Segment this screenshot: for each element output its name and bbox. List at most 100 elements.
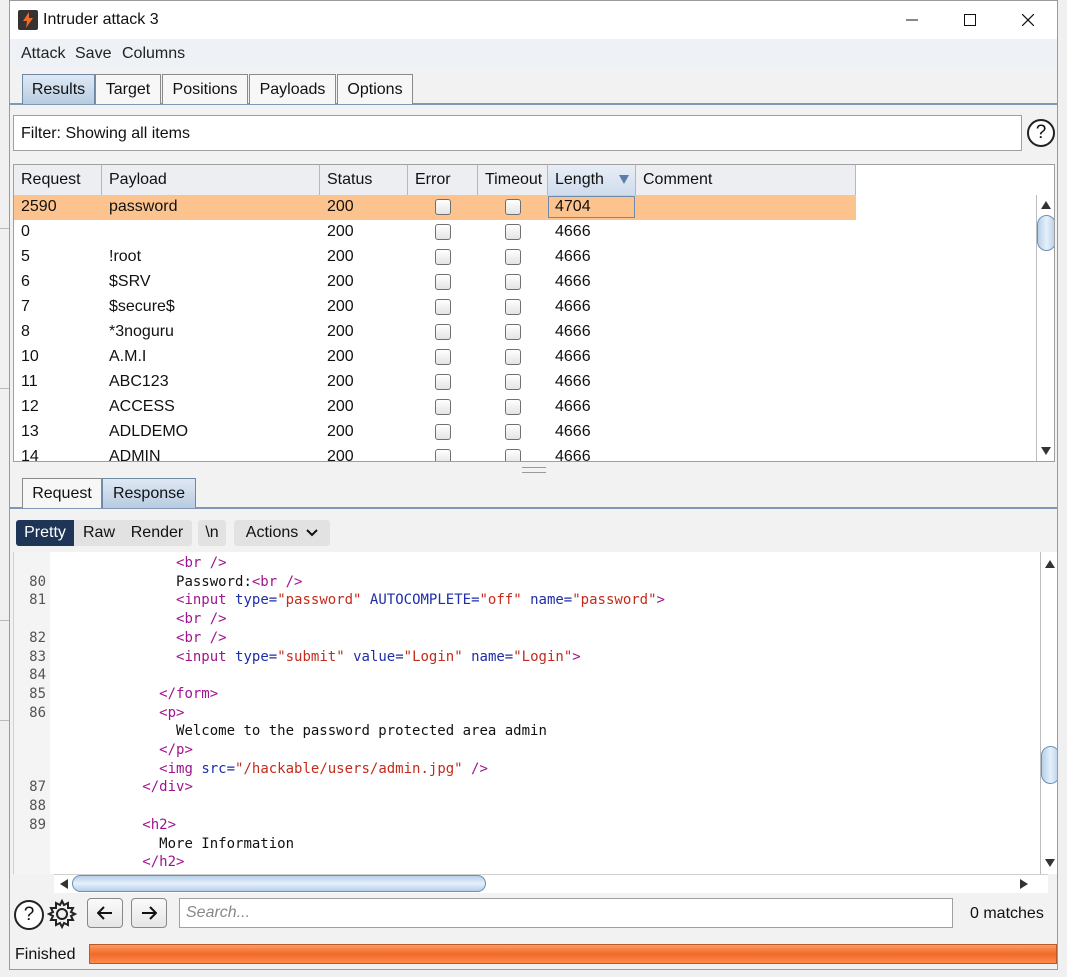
line-number: 81 xyxy=(29,592,46,609)
code-text: </div> xyxy=(58,779,193,795)
column-request[interactable]: Request xyxy=(14,165,102,195)
code-line: 83 <input type="submit" value="Login" nam… xyxy=(14,649,1041,668)
message-tabs: Request Response xyxy=(10,473,1057,509)
code-token: <input xyxy=(176,592,236,609)
search-input[interactable] xyxy=(179,898,953,928)
newline-toggle-button[interactable]: \n xyxy=(198,520,226,546)
tab-options[interactable]: Options xyxy=(337,74,413,104)
menu-columns[interactable]: Columns xyxy=(122,45,185,63)
code-line: <br /> xyxy=(14,611,1041,630)
column-status[interactable]: Status xyxy=(320,165,408,195)
scroll-up-icon[interactable] xyxy=(1038,197,1054,213)
code-token: Welcome to the password protected area a… xyxy=(176,723,547,740)
tab-positions[interactable]: Positions xyxy=(162,74,248,104)
code-line: </h2> xyxy=(14,854,1041,873)
error-checkbox xyxy=(435,274,451,290)
table-row[interactable]: 2590 password 200 4704 xyxy=(14,195,856,220)
pretty-button[interactable]: Pretty xyxy=(16,520,74,546)
back-arrow-icon xyxy=(97,906,112,920)
editor-vertical-scrollbar[interactable] xyxy=(1040,552,1057,874)
table-row[interactable]: 10 A.M.I 200 4666 xyxy=(14,345,856,370)
table-row[interactable]: 0 200 4666 xyxy=(14,220,856,245)
scroll-up-icon[interactable] xyxy=(1042,556,1057,572)
cell-status: 200 xyxy=(327,448,354,462)
table-row[interactable]: 12 ACCESS 200 4666 xyxy=(14,395,856,420)
code-token: More Information xyxy=(159,835,295,852)
table-header: Request Payload Status Error Timeout Len… xyxy=(14,165,856,196)
code-token: name= xyxy=(530,592,573,609)
editor-horizontal-scrollbar[interactable] xyxy=(54,874,1048,893)
tab-results[interactable]: Results xyxy=(22,74,95,104)
scroll-down-icon[interactable] xyxy=(1038,443,1054,459)
gear-icon[interactable] xyxy=(47,899,77,929)
results-table: Request Payload Status Error Timeout Len… xyxy=(13,164,1055,462)
menu-bar: Attack Save Columns xyxy=(10,39,1057,70)
error-checkbox xyxy=(435,349,451,365)
timeout-checkbox xyxy=(505,274,521,290)
code-token: name= xyxy=(471,648,514,665)
raw-button[interactable]: Raw xyxy=(76,520,122,546)
code-token: "password" xyxy=(572,592,657,609)
match-count: 0 matches xyxy=(970,905,1044,922)
cell-status: 200 xyxy=(327,423,354,440)
column-error[interactable]: Error xyxy=(408,165,478,195)
table-row[interactable]: 7 $secure$ 200 4666 xyxy=(14,295,856,320)
table-row[interactable]: 14 ADMIN 200 4666 xyxy=(14,445,856,462)
editor-hscroll-thumb[interactable] xyxy=(72,875,486,892)
tab-target[interactable]: Target xyxy=(95,74,161,104)
code-text: </p> xyxy=(58,742,193,758)
close-icon xyxy=(1022,14,1034,26)
forward-arrow-icon xyxy=(142,906,157,920)
menu-attack[interactable]: Attack xyxy=(21,45,65,63)
code-token: type= xyxy=(235,592,278,609)
column-timeout[interactable]: Timeout xyxy=(478,165,548,195)
actions-dropdown[interactable]: Actions xyxy=(234,520,330,546)
code-token: </form> xyxy=(159,685,219,702)
tab-response[interactable]: Response xyxy=(102,478,196,508)
attack-tabs: Results Target Positions Payloads Option… xyxy=(10,69,1057,105)
help-icon[interactable]: ? xyxy=(14,900,44,930)
window-title: Intruder attack 3 xyxy=(43,11,159,28)
previous-match-button[interactable] xyxy=(87,898,123,928)
code-token: <img xyxy=(159,760,202,777)
maximize-button[interactable] xyxy=(941,1,999,39)
column-payload[interactable]: Payload xyxy=(102,165,320,195)
response-editor[interactable]: <br /> 80 Password:<br /> 81 <input type= "pa… xyxy=(13,552,1041,874)
line-number: 83 xyxy=(29,648,46,665)
render-button[interactable]: Render xyxy=(124,520,190,546)
scroll-left-icon[interactable] xyxy=(56,876,72,892)
table-row[interactable]: 13 ADLDEMO 200 4666 xyxy=(14,420,856,445)
table-scroll-thumb[interactable] xyxy=(1037,215,1054,251)
code-token: <p> xyxy=(159,704,185,721)
tab-request[interactable]: Request xyxy=(22,478,102,508)
cell-status: 200 xyxy=(327,248,354,265)
table-row[interactable]: 5 !root 200 4666 xyxy=(14,245,856,270)
code-token: <br /> xyxy=(176,629,227,646)
cell-payload: !root xyxy=(109,248,142,265)
next-match-button[interactable] xyxy=(131,898,167,928)
tab-payloads[interactable]: Payloads xyxy=(249,74,336,104)
error-checkbox xyxy=(435,424,451,440)
cell-request: 0 xyxy=(21,223,30,240)
results-filter[interactable]: Filter: Showing all items xyxy=(13,115,1022,151)
table-vertical-scrollbar[interactable] xyxy=(1036,195,1054,461)
table-row[interactable]: 6 $SRV 200 4666 xyxy=(14,270,856,295)
table-row[interactable]: 11 ABC123 200 4666 xyxy=(14,370,856,395)
code-line: 80 Password:<br /> xyxy=(14,574,1041,593)
help-icon[interactable]: ? xyxy=(1027,119,1055,147)
scroll-right-icon[interactable] xyxy=(1016,876,1032,892)
table-row[interactable]: 8 *3noguru 200 4666 xyxy=(14,320,856,345)
close-button[interactable] xyxy=(999,1,1057,39)
column-length[interactable]: Length xyxy=(548,165,636,195)
menu-save[interactable]: Save xyxy=(75,45,111,63)
minimize-button[interactable] xyxy=(883,1,941,39)
intruder-attack-window: Intruder attack 3 Attack Save Columns Re… xyxy=(9,0,1058,970)
column-comment[interactable]: Comment xyxy=(636,165,856,195)
progress-fill xyxy=(90,945,1056,963)
error-checkbox xyxy=(435,374,451,390)
scroll-down-icon[interactable] xyxy=(1042,855,1057,871)
cell-payload: ADMIN xyxy=(109,448,161,462)
editor-scroll-thumb[interactable] xyxy=(1041,746,1057,784)
timeout-checkbox xyxy=(505,324,521,340)
